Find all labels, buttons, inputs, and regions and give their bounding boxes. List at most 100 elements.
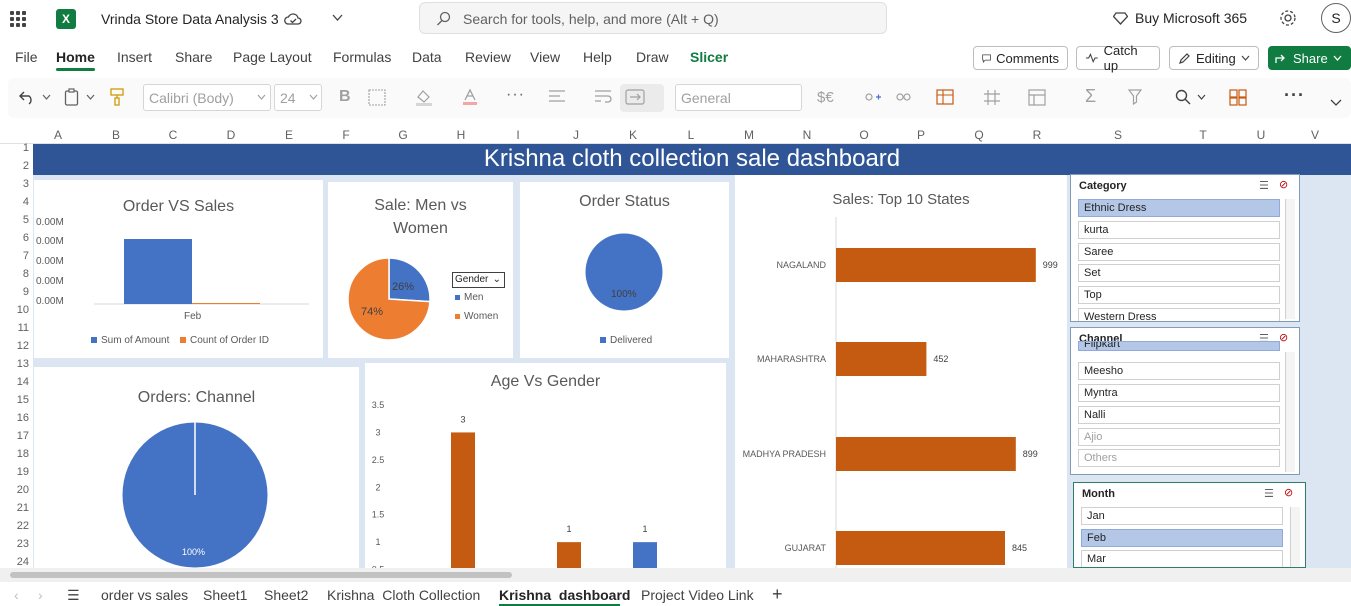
slicer-month[interactable]: Month ☰ ⊘ Jan Feb Mar [1073,482,1306,568]
row-header-20[interactable]: 20 [0,484,32,496]
column-header-p[interactable]: P [901,128,941,144]
bar-sum-of-amount[interactable] [124,239,192,304]
menu-home[interactable]: Home [56,49,95,65]
sort-filter-icon[interactable] [1128,89,1148,105]
document-title[interactable]: Vrinda Store Data Analysis 3 [101,11,279,27]
column-header-q[interactable]: Q [959,128,999,144]
row-header-19[interactable]: 19 [0,466,32,478]
row-header-10[interactable]: 10 [0,304,32,316]
column-header-s[interactable]: S [1098,128,1138,144]
chart-sales-top-10-states[interactable]: Sales: Top 10 States NAGALAND 999 MAHARASH… [735,175,1067,568]
row-header-21[interactable]: 21 [0,502,32,514]
comments-button[interactable]: Comments [973,46,1068,70]
pie-slice-men[interactable] [388,258,430,303]
column-header-i[interactable]: I [498,128,538,144]
paste-clipboard-icon[interactable] [64,88,79,106]
row-header-4[interactable]: 4 [0,196,32,208]
more-commands-icon[interactable]: ··· [1284,85,1305,106]
currency-format-icon[interactable]: $€ [817,89,834,106]
chart-age-vs-gender[interactable]: Age Vs Gender 3.532.521.510.5311 [365,363,726,568]
more-options-icon[interactable]: ··· [506,86,525,104]
row-header-17[interactable]: 17 [0,430,32,442]
row-header-13[interactable]: 13 [0,358,32,370]
format-cells-icon[interactable] [1028,89,1046,106]
slicer-category[interactable]: Category ☰ ⊘ Ethnic Dress kurta Saree Se… [1070,174,1300,322]
column-header-n[interactable]: N [787,128,827,144]
chevron-down-icon[interactable] [42,94,51,100]
column-header-h[interactable]: H [441,128,481,144]
row-header-3[interactable]: 3 [0,178,32,190]
slicer-channel[interactable]: Channel ☰ ⊘ Flipkart Meesho Myntra Nalli… [1070,327,1300,475]
menu-data[interactable]: Data [412,49,442,65]
prev-sheet-icon[interactable]: ‹ [14,587,19,603]
horizontal-scrollbar[interactable] [0,568,1351,582]
bar-gujarat[interactable] [836,531,1005,565]
borders-icon[interactable] [368,89,386,106]
gender-filter-dropdown[interactable]: Gender ⌄ [452,272,505,288]
cloud-saved-icon[interactable] [284,11,302,27]
slicer-item-top[interactable]: Top [1078,286,1280,304]
clear-filter-icon[interactable]: ⊘ [1284,486,1293,499]
menu-review[interactable]: Review [465,49,511,65]
insert-cells-icon[interactable] [983,89,1001,106]
sheet-tab-krishna-dashboard[interactable]: Krishna dashboard [499,587,630,603]
chart-order-vs-sales[interactable]: Order VS Sales 0.00M 0.00M 0.00M 0.00M 0… [34,180,323,358]
bar-maharashtra[interactable] [836,342,927,376]
multi-select-icon[interactable]: ☰ [1264,487,1274,500]
slicer-item-kurta[interactable]: kurta [1078,221,1280,239]
scrollbar-thumb[interactable] [10,572,512,578]
format-painter-icon[interactable] [110,88,124,106]
find-search-icon[interactable] [1175,89,1191,105]
menu-help[interactable]: Help [583,49,612,65]
slicer-item-flipkart[interactable]: Flipkart [1078,341,1280,351]
row-header-11[interactable]: 11 [0,322,32,334]
column-header-a[interactable]: A [38,128,78,144]
undo-icon[interactable] [18,89,36,105]
menu-file[interactable]: File [15,49,38,65]
slicer-scrollbar[interactable] [1290,507,1300,567]
row-header-14[interactable]: 14 [0,376,32,388]
app-launcher-icon[interactable] [10,11,26,27]
slicer-item-others[interactable]: Others [1078,449,1280,467]
all-sheets-menu-icon[interactable]: ☰ [67,587,80,604]
slicer-item-meesho[interactable]: Meesho [1078,362,1280,380]
column-header-g[interactable]: G [383,128,423,144]
slicer-item-myntra[interactable]: Myntra [1078,384,1280,402]
row-header-5[interactable]: 5 [0,214,32,226]
menu-formulas[interactable]: Formulas [333,49,391,65]
chart-sale-men-vs-women[interactable]: Sale: Men vs Women 26% 74% Gender ⌄ Men W… [328,182,513,358]
age-bar[interactable] [451,432,475,568]
settings-gear-icon[interactable] [1279,9,1297,27]
column-header-c[interactable]: C [153,128,193,144]
column-header-v[interactable]: V [1295,128,1335,144]
number-format-select[interactable]: General [675,84,802,111]
clear-filter-icon[interactable]: ⊘ [1279,178,1288,191]
clear-filter-icon[interactable]: ⊘ [1279,331,1288,344]
column-header-r[interactable]: R [1017,128,1057,144]
slicer-item-saree[interactable]: Saree [1078,243,1280,261]
editing-mode-button[interactable]: Editing [1169,46,1259,70]
menu-page-layout[interactable]: Page Layout [233,49,312,65]
column-header-b[interactable]: B [96,128,136,144]
row-header-1[interactable]: 1 [0,142,32,154]
conditional-formatting-icon[interactable] [936,89,954,105]
sheet-tab-project-video-link[interactable]: Project Video Link [641,587,754,603]
chart-order-status[interactable]: Order Status 100% Delivered [520,182,729,358]
menu-insert[interactable]: Insert [117,49,152,65]
column-header-j[interactable]: J [556,128,596,144]
sheet-tab-krishna-cloth-collection[interactable]: Krishna Cloth Collection [327,587,480,603]
column-header-o[interactable]: O [844,128,884,144]
slicer-item-ethnic-dress[interactable]: Ethnic Dress [1078,199,1280,217]
increase-decimal-icon[interactable] [864,89,882,105]
menu-share[interactable]: Share [175,49,212,65]
font-name-select[interactable]: Calibri (Body) [143,84,271,111]
row-header-6[interactable]: 6 [0,232,32,244]
row-header-24[interactable]: 24 [0,556,32,568]
user-avatar[interactable]: S [1321,3,1351,33]
row-header-15[interactable]: 15 [0,394,32,406]
sheet-tab-order-vs-sales[interactable]: order vs sales [101,587,188,603]
autosum-icon[interactable]: Σ [1085,86,1096,107]
column-header-e[interactable]: E [269,128,309,144]
slicer-item-nalli[interactable]: Nalli [1078,406,1280,424]
expand-ribbon-icon[interactable] [1330,99,1342,107]
